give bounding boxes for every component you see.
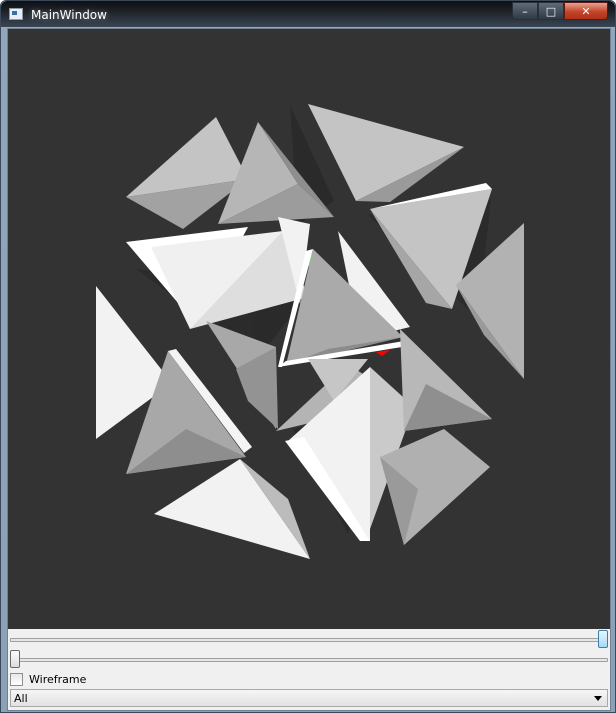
3d-viewport[interactable] xyxy=(8,29,610,629)
app-window-icon xyxy=(9,8,23,20)
mode-select-value: All xyxy=(14,691,28,705)
scene-canvas xyxy=(8,29,610,629)
slider-bottom-handle[interactable] xyxy=(10,650,20,668)
maximize-button[interactable]: □ xyxy=(538,2,564,20)
close-button[interactable]: ✕ xyxy=(564,2,608,20)
slider-bottom-groove xyxy=(10,658,608,662)
main-window: MainWindow – □ ✕ Wireframe All xyxy=(0,0,616,713)
chevron-down-icon[interactable] xyxy=(594,696,602,701)
minimize-button[interactable]: – xyxy=(512,2,538,20)
window-controls: – □ ✕ xyxy=(512,2,608,20)
wireframe-checkbox[interactable] xyxy=(10,672,23,686)
window-title: MainWindow xyxy=(31,8,107,22)
client-area: Wireframe All xyxy=(7,28,611,711)
slider-top-groove xyxy=(10,638,608,642)
mode-select[interactable]: All xyxy=(10,689,608,707)
slider-top-handle[interactable] xyxy=(598,630,608,648)
title-bar[interactable]: MainWindow – □ ✕ xyxy=(1,1,615,27)
wireframe-option[interactable]: Wireframe xyxy=(10,671,86,687)
wireframe-label[interactable]: Wireframe xyxy=(29,673,86,686)
minimize-icon: – xyxy=(522,4,528,18)
slider-bottom[interactable] xyxy=(10,649,608,671)
maximize-icon: □ xyxy=(545,4,557,18)
slider-top[interactable] xyxy=(10,629,608,651)
close-icon: ✕ xyxy=(581,4,591,18)
